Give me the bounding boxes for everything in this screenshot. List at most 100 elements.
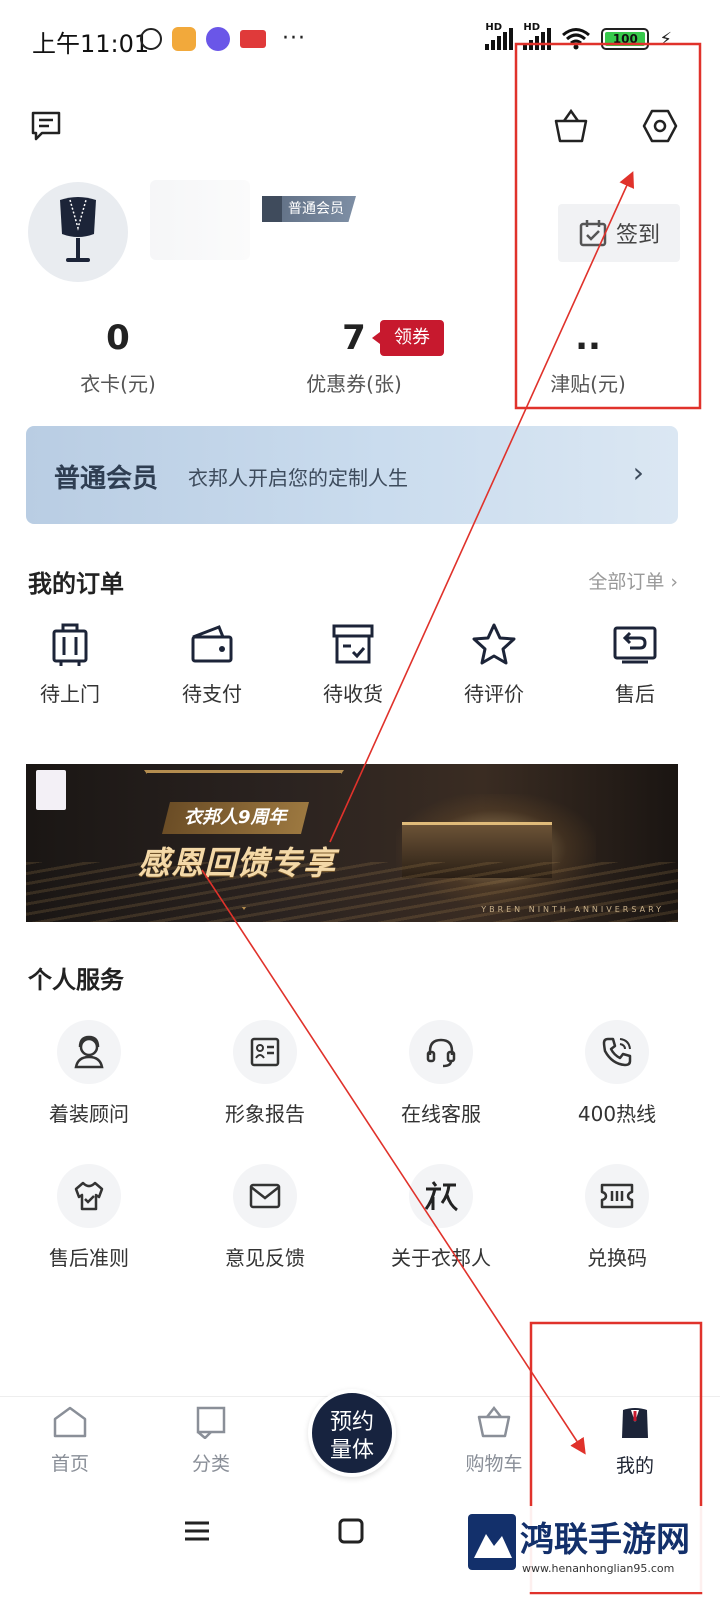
- mannequin-icon: [60, 197, 96, 262]
- stat-allowance[interactable]: .. 津贴(元): [488, 318, 688, 397]
- package-icon: [329, 620, 377, 668]
- order-label: 待评价: [464, 682, 524, 706]
- nav-category-label: 分类: [191, 1453, 230, 1475]
- service-online-support[interactable]: 在线客服: [366, 1020, 516, 1127]
- service-after-sales-rules[interactable]: 售后准则: [14, 1164, 164, 1271]
- watermark-brand: 鸿联手游网: [520, 1520, 690, 1560]
- shirt-icon: [57, 1164, 121, 1228]
- checkin-label: 签到: [615, 223, 660, 248]
- signal-icon: HD: [485, 22, 514, 50]
- nav-center-line1: 预约: [329, 1410, 374, 1435]
- service-label: 着装顾问: [49, 1102, 129, 1126]
- nav-home[interactable]: 首页: [20, 1405, 120, 1476]
- shopping-basket-icon[interactable]: [549, 104, 593, 148]
- watermark: 鸿联手游网 www.henanhonglian95.com: [462, 1506, 706, 1592]
- service-label: 兑换码: [587, 1246, 647, 1270]
- order-label: 待上门: [40, 682, 100, 706]
- get-coupon-badge[interactable]: 领券: [372, 320, 444, 356]
- order-pending-payment[interactable]: 待支付: [162, 620, 262, 707]
- alarm-icon: [140, 27, 162, 50]
- order-pending-receipt[interactable]: 待收货: [303, 620, 403, 707]
- news-app-icon: [240, 29, 266, 48]
- suit-icon: [622, 1408, 648, 1438]
- nav-home-label: 首页: [50, 1453, 89, 1475]
- order-pending-visit[interactable]: 待上门: [20, 620, 120, 707]
- cart-icon: [477, 1405, 511, 1438]
- annotation-arrow-down: [201, 869, 586, 1455]
- promo-english-caption: YBREN NINTH ANNIVERSARY: [481, 905, 664, 914]
- more-notifications-icon: ···: [282, 26, 306, 51]
- service-hotline[interactable]: 400热线: [542, 1020, 692, 1127]
- watermark-logo: [468, 1514, 516, 1570]
- message-icon[interactable]: [24, 104, 68, 148]
- notes-app-icon: [172, 26, 196, 51]
- watermark-url: www.henanhonglian95.com: [522, 1562, 675, 1575]
- stat-card-balance[interactable]: 0 衣卡(元): [18, 318, 218, 397]
- status-time: 上午11:01: [32, 30, 150, 58]
- service-label: 400热线: [577, 1102, 657, 1126]
- signal-icon: HD: [523, 22, 552, 50]
- order-label: 待收货: [323, 682, 383, 706]
- service-label: 形象报告: [225, 1102, 305, 1126]
- service-label: 售后准则: [49, 1246, 129, 1270]
- nav-mine[interactable]: 我的: [585, 1405, 685, 1478]
- promo-mini-logo: [36, 770, 66, 810]
- service-redeem-code[interactable]: 兑换码: [542, 1164, 692, 1271]
- promo-anniversary-pill: 衣邦人9周年: [162, 802, 309, 834]
- ticket-icon: [585, 1164, 649, 1228]
- service-feedback[interactable]: 意见反馈: [190, 1164, 340, 1271]
- member-banner[interactable]: 普通会员 衣邦人开启您的定制人生 ›: [26, 426, 678, 524]
- order-label: 售后: [615, 682, 655, 706]
- stat-label: 津贴(元): [550, 372, 626, 396]
- service-style-advisor[interactable]: 着装顾问: [14, 1020, 164, 1127]
- charging-icon: ⚡: [659, 29, 672, 50]
- member-banner-title: 普通会员: [54, 464, 159, 494]
- service-label: 关于衣邦人: [391, 1246, 491, 1270]
- order-label: 待支付: [182, 682, 242, 706]
- avatar[interactable]: [28, 182, 128, 282]
- nav-cart-label: 购物车: [465, 1453, 523, 1475]
- stat-label: 衣卡(元): [80, 372, 156, 396]
- nav-cart[interactable]: 购物车: [444, 1405, 544, 1476]
- stat-value: 0: [106, 318, 130, 358]
- orders-section-title: 我的订单: [28, 570, 124, 598]
- nav-book-measurement-button[interactable]: 预约 量体: [308, 1389, 396, 1477]
- category-icon: [196, 1406, 226, 1440]
- nav-center-line2: 量体: [329, 1438, 374, 1463]
- order-pending-review[interactable]: 待评价: [444, 620, 544, 707]
- service-label: 在线客服: [401, 1102, 481, 1126]
- checkin-button[interactable]: 签到: [558, 204, 680, 262]
- status-right: HD HD 100 ⚡: [485, 22, 672, 50]
- bottom-nav: 首页 分类 预约 量体 购物车 我的: [0, 1389, 720, 1496]
- anniversary-promo-banner[interactable]: 衣邦人9周年 感恩回馈专享 YBREN NINTH ANNIVERSARY: [26, 764, 678, 922]
- username-blurred: [150, 180, 250, 260]
- home-square-icon[interactable]: [336, 1516, 366, 1550]
- calendar-check-icon: [579, 220, 607, 247]
- brand-icon: [409, 1164, 473, 1228]
- status-bar: 上午11:01 ··· HD HD 100 ⚡: [0, 0, 720, 80]
- service-label: 意见反馈: [225, 1246, 305, 1270]
- order-after-sales[interactable]: 售后: [585, 620, 685, 707]
- battery-icon: 100: [601, 28, 650, 50]
- wallet-icon: [188, 620, 236, 668]
- service-image-report[interactable]: 形象报告: [190, 1020, 340, 1127]
- chevron-right-icon: ›: [632, 456, 644, 489]
- mail-icon: [233, 1164, 297, 1228]
- home-icon: [53, 1406, 87, 1438]
- promo-headline: 感恩回馈专享: [138, 844, 337, 882]
- report-icon: [233, 1020, 297, 1084]
- service-about-brand[interactable]: 关于衣邦人: [366, 1164, 516, 1271]
- nav-category[interactable]: 分类: [161, 1405, 261, 1476]
- services-section-title: 个人服务: [28, 966, 124, 994]
- member-banner-subtitle: 衣邦人开启您的定制人生: [188, 466, 408, 490]
- return-icon: [611, 620, 659, 668]
- nav-mine-label: 我的: [615, 1455, 654, 1477]
- menu-icon[interactable]: [182, 1516, 212, 1550]
- suitcase-icon: [46, 620, 94, 668]
- stat-value: ..: [575, 318, 601, 358]
- member-level-tag: 普通会员: [262, 196, 356, 222]
- stat-label: 优惠券(张): [306, 372, 402, 396]
- all-orders-link[interactable]: 全部订单 ›: [588, 567, 678, 594]
- browser-app-icon: [206, 26, 230, 51]
- settings-icon[interactable]: [638, 104, 682, 148]
